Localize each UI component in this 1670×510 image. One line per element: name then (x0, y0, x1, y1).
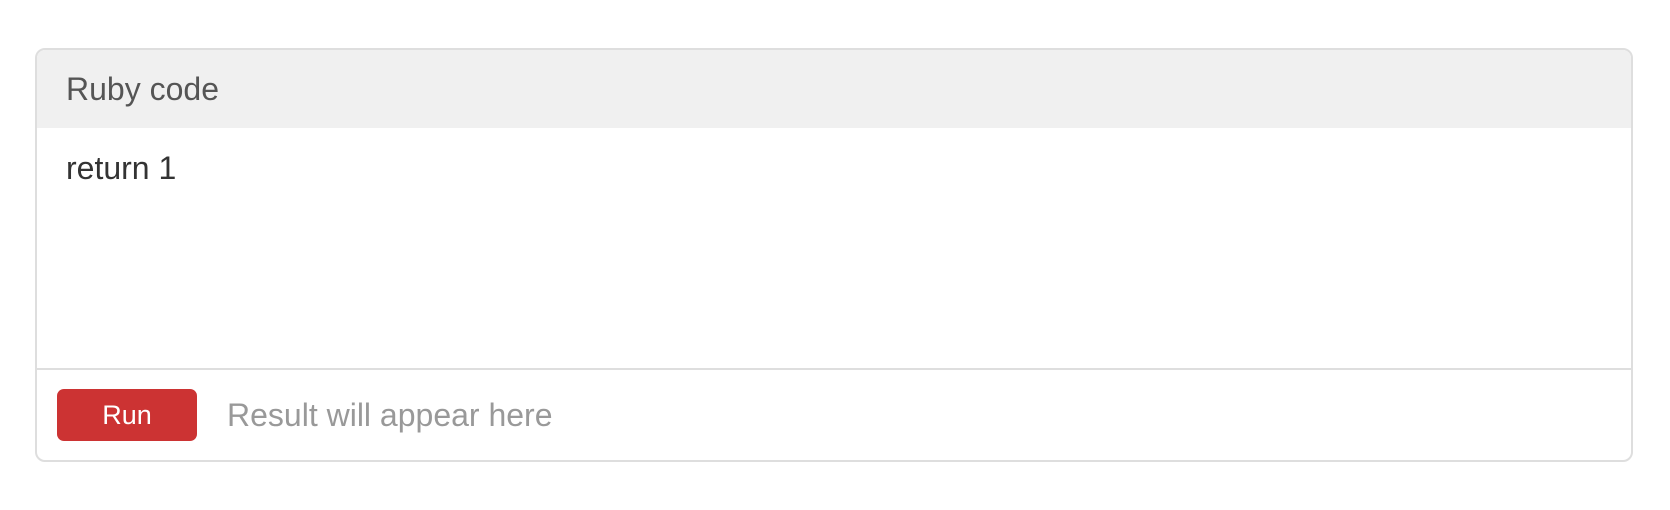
panel-header: Ruby code (37, 50, 1631, 128)
result-output: Result will appear here (227, 396, 553, 433)
panel-title: Ruby code (66, 70, 219, 107)
code-editor[interactable]: return 1 (37, 128, 1631, 368)
run-button[interactable]: Run (57, 389, 197, 441)
ruby-code-panel: Ruby code return 1 Run Result will appea… (35, 48, 1633, 462)
panel-footer: Run Result will appear here (37, 368, 1631, 460)
